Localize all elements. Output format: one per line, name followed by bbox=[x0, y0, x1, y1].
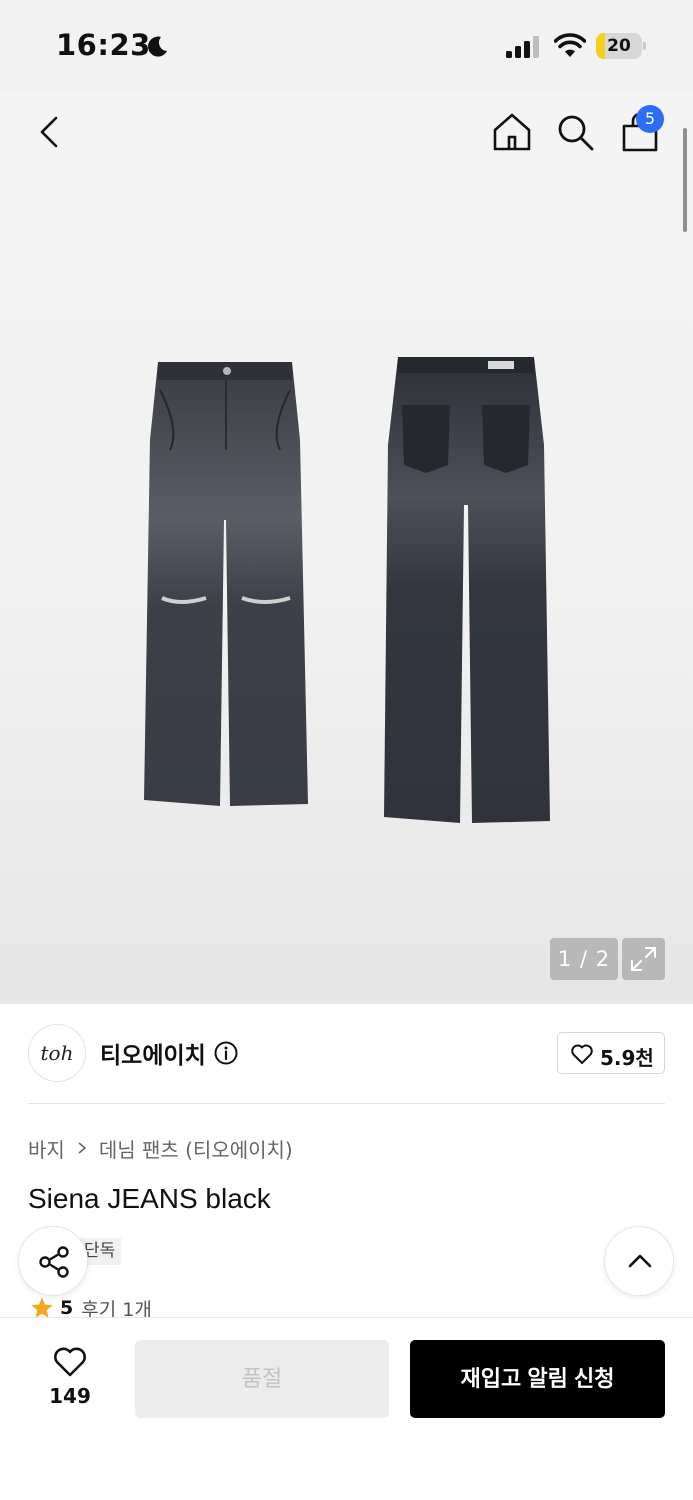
share-icon bbox=[39, 1246, 69, 1278]
product-title: Siena JEANS black bbox=[28, 1183, 271, 1214]
soldout-button: 품절 bbox=[135, 1340, 389, 1418]
divider bbox=[28, 1103, 665, 1104]
status-time: 16:23 bbox=[56, 28, 151, 62]
jeans-front-image bbox=[144, 362, 308, 806]
chevron-right-icon bbox=[78, 1142, 87, 1154]
heart-icon bbox=[54, 1347, 86, 1377]
search-icon[interactable] bbox=[553, 110, 597, 154]
chevron-up-icon bbox=[628, 1254, 652, 1268]
brand-follow-button[interactable]: 5.9천 bbox=[557, 1032, 665, 1074]
product-gallery[interactable]: 1 / 2 bbox=[0, 92, 693, 1004]
brand-logo[interactable]: toh bbox=[28, 1024, 86, 1082]
image-page-counter: 1 / 2 bbox=[550, 938, 618, 980]
home-icon[interactable] bbox=[490, 110, 534, 154]
brand-name[interactable]: 티오에이치 bbox=[100, 1036, 206, 1070]
signal-icon bbox=[506, 36, 539, 58]
rating-value: 5 bbox=[60, 1297, 74, 1319]
expand-icon[interactable] bbox=[622, 938, 665, 980]
info-icon[interactable] bbox=[214, 1041, 238, 1065]
status-bar: 16:23 20 bbox=[0, 0, 693, 92]
share-button[interactable] bbox=[18, 1226, 88, 1296]
restock-alert-button[interactable]: 재입고 알림 신청 bbox=[410, 1340, 665, 1418]
follow-count: 5.9천 bbox=[600, 1046, 654, 1070]
scroll-to-top-button[interactable] bbox=[604, 1226, 674, 1296]
breadcrumb-subcategory[interactable]: 데님 팬츠 (티오에이치) bbox=[99, 1134, 293, 1163]
chevron-left-icon[interactable] bbox=[28, 110, 72, 154]
wifi-icon bbox=[554, 33, 586, 57]
battery-icon: 20 bbox=[596, 33, 646, 59]
bottom-action-bar: 149 품절 재입고 알림 신청 bbox=[0, 1317, 693, 1500]
heart-icon bbox=[571, 1044, 593, 1064]
breadcrumb-category[interactable]: 바지 bbox=[28, 1134, 65, 1163]
cart-badge: 5 bbox=[636, 105, 664, 133]
wishlist-button[interactable]: 149 bbox=[30, 1342, 110, 1412]
wishlist-count: 149 bbox=[49, 1384, 91, 1408]
scrollbar[interactable] bbox=[683, 128, 687, 232]
jeans-back-image bbox=[384, 357, 550, 823]
moon-icon bbox=[148, 36, 167, 57]
breadcrumb: 바지 데님 팬츠 (티오에이치) bbox=[28, 1134, 293, 1162]
battery-level: 20 bbox=[607, 36, 631, 56]
